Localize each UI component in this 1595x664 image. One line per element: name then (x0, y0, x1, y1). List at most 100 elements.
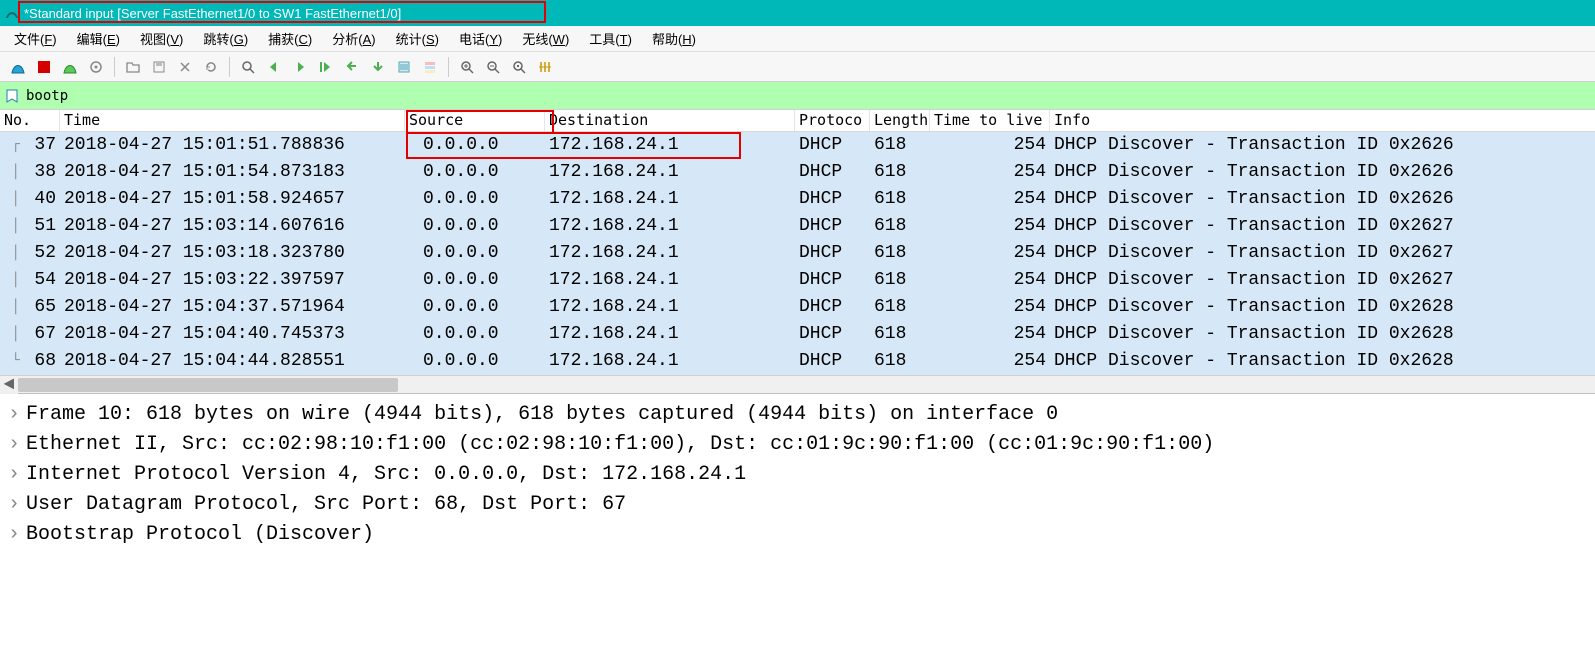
cell-protocol: DHCP (795, 294, 870, 321)
menu-跳转[interactable]: 跳转(G) (195, 27, 256, 50)
col-ttl[interactable]: Time to live (930, 110, 1050, 131)
menu-无线[interactable]: 无线(W) (514, 27, 577, 50)
reload-icon[interactable] (199, 55, 223, 79)
menu-电话[interactable]: 电话(Y) (451, 27, 510, 50)
auto-scroll-icon[interactable] (392, 55, 416, 79)
scroll-left-icon[interactable]: ◄ (0, 376, 18, 394)
goto-packet-icon[interactable] (314, 55, 338, 79)
menu-编辑[interactable]: 编辑(E) (69, 27, 128, 50)
packet-row[interactable]: │652018-04-27 15:04:37.5719640.0.0.0172.… (0, 294, 1595, 321)
packet-list-body[interactable]: ┌372018-04-27 15:01:51.7888360.0.0.0172.… (0, 132, 1595, 375)
col-info[interactable]: Info (1050, 110, 1595, 131)
find-icon[interactable] (236, 55, 260, 79)
detail-tree-item[interactable]: ›Ethernet II, Src: cc:02:98:10:f1:00 (cc… (0, 430, 1595, 460)
restart-capture-icon[interactable] (58, 55, 82, 79)
cell-time: 2018-04-27 15:01:51.788836 (60, 132, 405, 159)
tree-glyph: │ (0, 186, 20, 213)
menu-文件[interactable]: 文件(F) (6, 27, 65, 50)
zoom-reset-icon[interactable] (507, 55, 531, 79)
go-forward-icon[interactable] (288, 55, 312, 79)
open-file-icon[interactable] (121, 55, 145, 79)
cell-no: 54 (20, 267, 60, 294)
detail-tree-item[interactable]: ›Frame 10: 618 bytes on wire (4944 bits)… (0, 400, 1595, 430)
chevron-right-icon[interactable]: › (8, 400, 26, 430)
cell-protocol: DHCP (795, 321, 870, 348)
goto-first-icon[interactable] (340, 55, 364, 79)
resize-columns-icon[interactable] (533, 55, 557, 79)
detail-tree-item[interactable]: ›User Datagram Protocol, Src Port: 68, D… (0, 490, 1595, 520)
cell-time: 2018-04-27 15:04:40.745373 (60, 321, 405, 348)
shark-fin-icon[interactable] (6, 55, 30, 79)
menu-工具[interactable]: 工具(T) (581, 27, 640, 50)
packet-row[interactable]: │402018-04-27 15:01:58.9246570.0.0.0172.… (0, 186, 1595, 213)
detail-tree-item[interactable]: ›Internet Protocol Version 4, Src: 0.0.0… (0, 460, 1595, 490)
capture-options-icon[interactable] (84, 55, 108, 79)
chevron-right-icon[interactable]: › (8, 460, 26, 490)
col-length[interactable]: Length (870, 110, 930, 131)
save-file-icon[interactable] (147, 55, 171, 79)
packet-row[interactable]: │672018-04-27 15:04:40.7453730.0.0.0172.… (0, 321, 1595, 348)
chevron-right-icon[interactable]: › (8, 430, 26, 460)
colorize-icon[interactable] (418, 55, 442, 79)
window-title: *Standard input [Server FastEthernet1/0 … (24, 6, 401, 21)
cell-source: 0.0.0.0 (405, 186, 545, 213)
cell-no: 51 (20, 213, 60, 240)
zoom-in-icon[interactable] (455, 55, 479, 79)
filter-bookmark-icon[interactable] (4, 88, 20, 104)
menu-帮助[interactable]: 帮助(H) (644, 27, 704, 50)
tree-glyph: ┌ (0, 132, 20, 159)
goto-last-icon[interactable] (366, 55, 390, 79)
packet-details-tree[interactable]: ›Frame 10: 618 bytes on wire (4944 bits)… (0, 393, 1595, 664)
packet-row[interactable]: ┌372018-04-27 15:01:51.7888360.0.0.0172.… (0, 132, 1595, 159)
cell-length: 618 (870, 294, 930, 321)
scroll-thumb[interactable] (18, 378, 398, 392)
cell-no: 38 (20, 159, 60, 186)
detail-tree-item[interactable]: ›Bootstrap Protocol (Discover) (0, 520, 1595, 550)
menu-分析[interactable]: 分析(A) (324, 27, 383, 50)
menu-统计[interactable]: 统计(S) (388, 27, 447, 50)
cell-length: 618 (870, 186, 930, 213)
close-file-icon[interactable] (173, 55, 197, 79)
cell-ttl: 254 (930, 294, 1050, 321)
tree-glyph: └ (0, 348, 20, 375)
packet-row[interactable]: │382018-04-27 15:01:54.8731830.0.0.0172.… (0, 159, 1595, 186)
zoom-out-icon[interactable] (481, 55, 505, 79)
cell-time: 2018-04-27 15:04:44.828551 (60, 348, 405, 375)
go-back-icon[interactable] (262, 55, 286, 79)
packet-list-header[interactable]: No. Time Source Destination Protoco Leng… (0, 110, 1595, 132)
cell-destination: 172.168.24.1 (545, 321, 795, 348)
tree-glyph: │ (0, 159, 20, 186)
cell-no: 68 (20, 348, 60, 375)
cell-length: 618 (870, 132, 930, 159)
stop-capture-icon[interactable] (32, 55, 56, 79)
col-time[interactable]: Time (60, 110, 405, 131)
cell-info: DHCP Discover - Transaction ID 0x2626 (1050, 132, 1595, 159)
chevron-right-icon[interactable]: › (8, 490, 26, 520)
horizontal-scrollbar[interactable]: ◄ (0, 375, 1595, 393)
app-shark-icon (4, 5, 20, 21)
col-no[interactable]: No. (0, 110, 60, 131)
toolbar (0, 52, 1595, 82)
cell-protocol: DHCP (795, 132, 870, 159)
cell-destination: 172.168.24.1 (545, 186, 795, 213)
col-protocol[interactable]: Protoco (795, 110, 870, 131)
chevron-right-icon[interactable]: › (8, 520, 26, 550)
display-filter-input[interactable] (24, 85, 1591, 107)
cell-no: 52 (20, 240, 60, 267)
cell-destination: 172.168.24.1 (545, 240, 795, 267)
packet-row[interactable]: │512018-04-27 15:03:14.6076160.0.0.0172.… (0, 213, 1595, 240)
packet-row[interactable]: │522018-04-27 15:03:18.3237800.0.0.0172.… (0, 240, 1595, 267)
cell-destination: 172.168.24.1 (545, 294, 795, 321)
cell-info: DHCP Discover - Transaction ID 0x2628 (1050, 294, 1595, 321)
menu-捕获[interactable]: 捕获(C) (260, 27, 320, 50)
menu-视图[interactable]: 视图(V) (132, 27, 191, 50)
cell-destination: 172.168.24.1 (545, 159, 795, 186)
col-source[interactable]: Source (405, 110, 545, 131)
packet-row[interactable]: └682018-04-27 15:04:44.8285510.0.0.0172.… (0, 348, 1595, 375)
col-destination[interactable]: Destination (545, 110, 795, 131)
cell-info: DHCP Discover - Transaction ID 0x2626 (1050, 186, 1595, 213)
toolbar-separator (448, 57, 449, 77)
display-filter-bar (0, 82, 1595, 110)
cell-destination: 172.168.24.1 (545, 267, 795, 294)
packet-row[interactable]: │542018-04-27 15:03:22.3975970.0.0.0172.… (0, 267, 1595, 294)
